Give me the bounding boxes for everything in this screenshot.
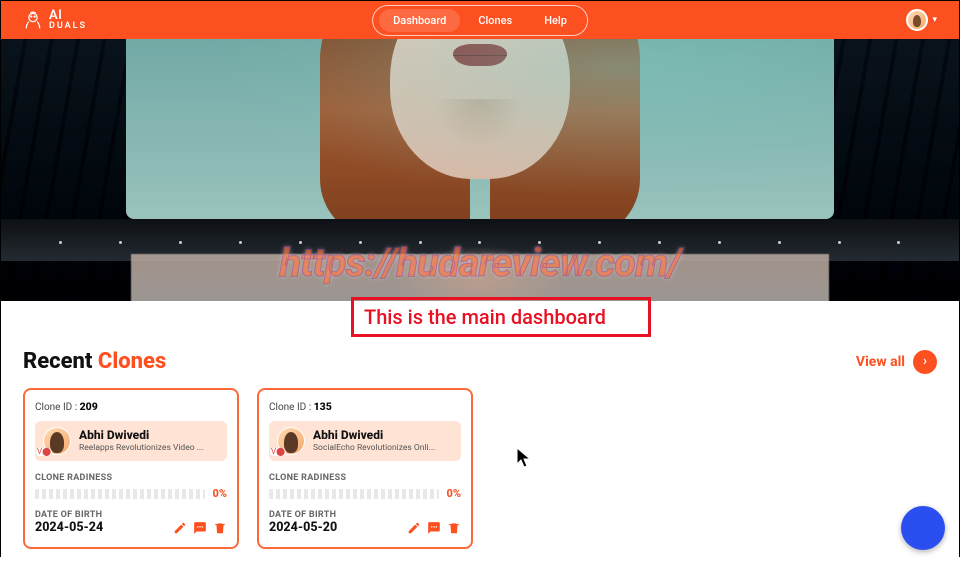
clone-card-list: Clone ID : 209 Abhi Dwivedi Reelapps Rev…	[23, 388, 937, 549]
dob-value: 2024-05-20	[269, 520, 337, 535]
readiness-progress: 0%	[35, 487, 227, 500]
brand-logo-text: AI DUALS	[49, 9, 87, 31]
clone-user-subtitle: Reelapps Revolutionizes Video ...	[79, 443, 203, 453]
card-actions	[407, 521, 461, 535]
chat-icon[interactable]	[427, 521, 441, 535]
clone-id-label: Clone ID : 209	[35, 400, 227, 413]
clone-user-name: Abhi Dwivedi	[79, 429, 203, 443]
clone-id-label: Clone ID : 135	[269, 400, 461, 413]
readiness-progress: 0%	[269, 487, 461, 500]
clone-card[interactable]: Clone ID : 135 Abhi Dwivedi SocialEcho R…	[257, 388, 473, 549]
dob-value: 2024-05-24	[35, 520, 103, 535]
progress-bar	[269, 489, 439, 499]
edit-icon[interactable]	[407, 521, 421, 535]
readiness-label: CLONE RADINESS	[269, 473, 461, 483]
dob-label: DATE OF BIRTH	[35, 510, 103, 520]
section-title: Recent Clones	[23, 349, 166, 374]
readiness-label: CLONE RADINESS	[35, 473, 227, 483]
brand-logo[interactable]: AI DUALS	[23, 9, 87, 31]
nav-dashboard[interactable]: Dashboard	[379, 9, 460, 32]
app-header: AI DUALS Dashboard Clones Help ▾	[1, 1, 959, 39]
chat-icon[interactable]	[193, 521, 207, 535]
chevron-down-icon: ▾	[932, 15, 937, 25]
delete-icon[interactable]	[447, 521, 461, 535]
recent-clones-section: Recent Clones View all › Clone ID : 209 …	[1, 301, 959, 561]
card-actions	[173, 521, 227, 535]
dob-label: DATE OF BIRTH	[269, 510, 337, 520]
nav-help[interactable]: Help	[530, 9, 581, 32]
arrow-right-icon: ›	[913, 350, 937, 374]
edit-icon[interactable]	[173, 521, 187, 535]
user-menu[interactable]: ▾	[906, 9, 937, 31]
mouse-cursor-icon	[516, 447, 534, 474]
annotation-text: This is the main dashboard	[364, 305, 606, 329]
progress-value: 0%	[213, 487, 228, 500]
annotation-callout: This is the main dashboard	[351, 297, 651, 337]
clone-card[interactable]: Clone ID : 209 Abhi Dwivedi Reelapps Rev…	[23, 388, 239, 549]
clone-user-row: Abhi Dwivedi SocialEcho Revolutionizes O…	[269, 421, 461, 461]
clone-user-name: Abhi Dwivedi	[313, 429, 435, 443]
nav-clones[interactable]: Clones	[464, 9, 526, 32]
view-all-link[interactable]: View all ›	[856, 350, 937, 374]
delete-icon[interactable]	[213, 521, 227, 535]
clone-user-row: Abhi Dwivedi Reelapps Revolutionizes Vid…	[35, 421, 227, 461]
main-nav: Dashboard Clones Help	[372, 5, 588, 36]
floating-action-button[interactable]	[901, 506, 945, 550]
hero-banner	[1, 39, 959, 301]
avatar-icon	[906, 9, 928, 31]
user-avatar-icon	[277, 427, 305, 455]
hero-feature-card	[126, 39, 834, 219]
progress-value: 0%	[447, 487, 462, 500]
user-avatar-icon	[43, 427, 71, 455]
clone-user-subtitle: SocialEcho Revolutionizes Onli...	[313, 443, 435, 453]
progress-bar	[35, 489, 205, 499]
brand-logo-icon	[23, 10, 43, 30]
